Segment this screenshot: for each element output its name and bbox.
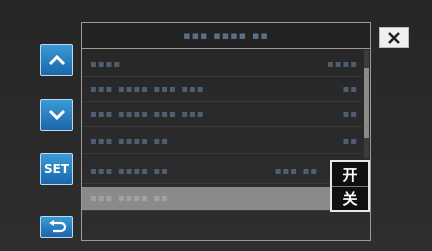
scrollbar-thumb[interactable] [364,68,369,138]
close-icon [388,31,400,44]
on-off-selector: 开 关 [330,160,370,212]
list-scrollbar[interactable] [364,50,369,158]
list-item-value: ▪▪▪▪ [326,59,358,70]
list-item[interactable]: ▪▪▪ ▪▪▪▪ ▪▪▪ ▪▪▪ ▪▪ [82,103,362,127]
camera-menu-screen: SET ▪▪▪ ▪▪▪▪ ▪▪ ▪▪▪▪ ▪▪▪▪ ▪▪▪ ▪▪▪▪ ▪▪▪ ▪… [0,0,432,251]
return-arrow-icon [48,220,66,233]
list-item-value: ▪▪ [342,109,358,120]
panel-title: ▪▪▪ ▪▪▪▪ ▪▪ [81,22,371,49]
list-item-label: ▪▪▪ ▪▪▪▪ ▪▪ [90,166,169,177]
set-button[interactable]: SET [40,153,73,185]
list-item-label: ▪▪▪▪ [90,59,122,70]
list-item[interactable]: ▪▪▪ ▪▪▪▪ ▪▪ ▪▪ [82,130,362,154]
list-item-label: ▪▪▪ ▪▪▪▪ ▪▪ [90,193,169,204]
set-button-label: SET [43,162,70,176]
list-item-value: ▪▪ [342,84,358,95]
back-button[interactable] [40,216,73,238]
scroll-down-button[interactable] [40,99,73,131]
list-item[interactable]: ▪▪▪ ▪▪▪▪ ▪▪▪ ▪▪▪ ▪▪ [82,78,362,102]
list-item-selected[interactable]: ▪▪▪ ▪▪▪▪ ▪▪ [82,187,332,211]
list-item[interactable]: ▪▪▪▪ ▪▪▪▪ [82,53,362,77]
list-item-label: ▪▪▪ ▪▪▪▪ ▪▪▪ ▪▪▪ [90,84,205,95]
list-item-value: ▪▪▪ ▪▪ [274,166,318,177]
list-item-label: ▪▪▪ ▪▪▪▪ ▪▪ [90,136,169,147]
scroll-up-button[interactable] [40,44,73,76]
chevron-down-icon [48,109,65,121]
chevron-up-icon [48,54,65,66]
list-item[interactable]: ▪▪▪ ▪▪▪▪ ▪▪ ▪▪▪ ▪▪ [82,160,362,184]
close-button[interactable] [379,27,409,48]
list-item-label: ▪▪▪ ▪▪▪▪ ▪▪▪ ▪▪▪ [90,109,205,120]
option-on[interactable]: 开 [332,162,368,186]
option-off[interactable]: 关 [332,186,368,210]
list-item-value: ▪▪ [342,136,358,147]
